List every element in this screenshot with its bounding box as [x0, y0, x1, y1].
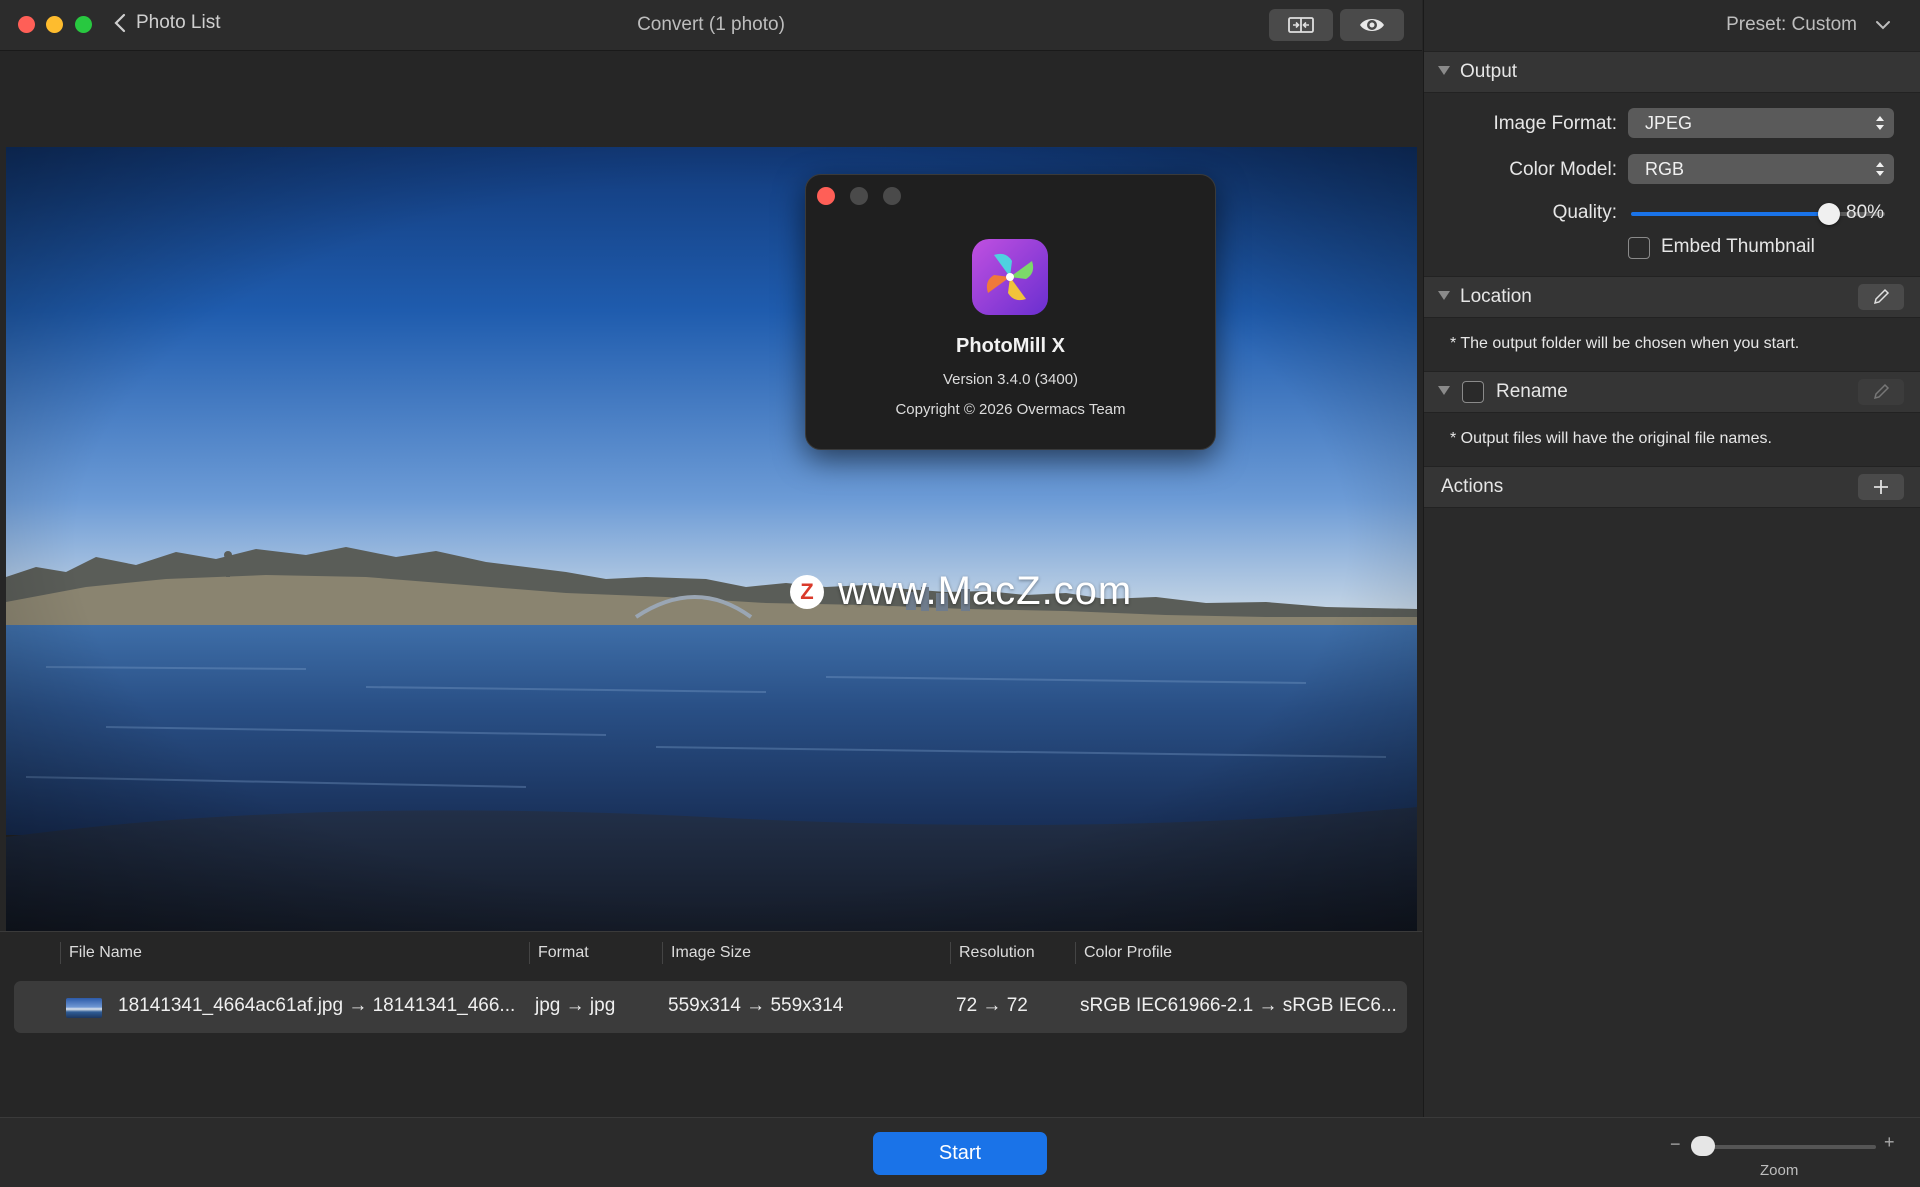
- preview-button[interactable]: [1340, 9, 1404, 41]
- about-app-name: PhotoMill X: [956, 335, 1065, 357]
- location-edit-button[interactable]: [1858, 284, 1904, 310]
- about-close-button[interactable]: [817, 187, 835, 205]
- color-model-select[interactable]: RGB: [1628, 154, 1894, 184]
- cell-resolution: 72 → 72: [956, 995, 1028, 1016]
- about-dialog: PhotoMill X Version 3.4.0 (3400) Copyrig…: [805, 174, 1216, 450]
- cell-color-profile: sRGB IEC61966-2.1 → sRGB IEC6...: [1080, 995, 1397, 1016]
- pencil-icon: [1873, 288, 1890, 305]
- column-color-profile[interactable]: Color Profile: [1075, 942, 1172, 964]
- updown-arrows-icon: [1876, 162, 1884, 176]
- quality-value: 80%: [1846, 202, 1885, 223]
- app-icon: [972, 239, 1048, 315]
- about-zoom-button: [883, 187, 901, 205]
- preset-label: Preset: Custom: [1726, 14, 1857, 35]
- column-resolution[interactable]: Resolution: [950, 942, 1035, 964]
- start-button[interactable]: Start: [873, 1132, 1047, 1175]
- table-row[interactable]: 18141341_4664ac61af.jpg → 18141341_466..…: [14, 981, 1407, 1033]
- image-format-select[interactable]: JPEG: [1628, 108, 1894, 138]
- quality-label: Quality:: [1552, 202, 1617, 223]
- actions-section-title: Actions: [1441, 476, 1504, 497]
- pencil-icon: [1873, 383, 1890, 400]
- about-version: Version 3.4.0 (3400): [942, 371, 1079, 388]
- cell-image-size: 559x314 → 559x314: [668, 995, 844, 1016]
- app-window: Photo List Convert (1 photo) PhotoMill X…: [0, 0, 1920, 1187]
- watermark: Z www.MacZ.com: [790, 569, 1132, 614]
- zoom-out-icon[interactable]: −: [1670, 1134, 1681, 1155]
- plus-icon: [1874, 480, 1888, 494]
- column-file-name[interactable]: File Name: [60, 942, 142, 964]
- color-model-value: RGB: [1645, 159, 1685, 179]
- file-table: File Name Format Image Size Resolution C…: [0, 931, 1422, 1118]
- rename-checkbox[interactable]: [1462, 381, 1484, 403]
- chevron-down-icon: [1876, 21, 1890, 30]
- about-copyright: Copyright © 2026 Overmacs Team: [895, 401, 1126, 418]
- updown-arrows-icon: [1876, 116, 1884, 130]
- watermark-text: www.MacZ.com: [838, 569, 1133, 613]
- zoom-slider-knob[interactable]: [1691, 1136, 1715, 1156]
- bottom-bar: Start − + Zoom: [0, 1117, 1920, 1187]
- quality-slider-fill: [1631, 212, 1831, 216]
- column-format[interactable]: Format: [529, 942, 589, 964]
- location-section-title: Location: [1460, 286, 1532, 307]
- zoom-label: Zoom: [1760, 1162, 1799, 1179]
- color-model-label: Color Model:: [1509, 159, 1617, 180]
- preview-area: PhotoMill X Version 3.4.0 (3400) Copyrig…: [0, 51, 1422, 937]
- zoom-in-icon[interactable]: +: [1884, 1132, 1895, 1153]
- title-bar: Photo List Convert (1 photo): [0, 0, 1422, 51]
- embed-thumbnail-label: Embed Thumbnail: [1661, 236, 1815, 257]
- compare-button[interactable]: [1269, 9, 1333, 41]
- rename-section-title: Rename: [1496, 381, 1568, 402]
- disclosure-triangle-icon: [1438, 291, 1450, 300]
- location-section-header[interactable]: Location: [1424, 276, 1920, 318]
- disclosure-triangle-icon: [1438, 66, 1450, 75]
- preset-selector[interactable]: Preset: Custom: [1726, 14, 1891, 36]
- zoom-slider-track[interactable]: [1692, 1145, 1876, 1149]
- cell-file-name: 18141341_4664ac61af.jpg → 18141341_466..…: [118, 995, 516, 1016]
- location-note: * The output folder will be chosen when …: [1450, 335, 1800, 352]
- settings-sidebar: Preset: Custom Output Image Format: JPEG…: [1423, 0, 1920, 1117]
- disclosure-triangle-icon: [1438, 386, 1450, 395]
- watermark-badge: Z: [790, 574, 824, 609]
- rename-note: * Output files will have the original fi…: [1450, 430, 1772, 447]
- output-section-title: Output: [1460, 61, 1518, 82]
- embed-thumbnail-checkbox[interactable]: [1628, 237, 1650, 259]
- cell-format: jpg → jpg: [535, 995, 616, 1016]
- add-action-button[interactable]: [1858, 474, 1904, 500]
- compare-icon: [1288, 17, 1314, 33]
- row-thumbnail: [66, 998, 102, 1018]
- eye-icon: [1360, 19, 1384, 31]
- actions-section-header: Actions: [1424, 466, 1920, 508]
- quality-slider-knob[interactable]: [1818, 203, 1840, 225]
- column-image-size[interactable]: Image Size: [662, 942, 751, 964]
- rename-edit-button: [1858, 379, 1904, 405]
- rename-section-header[interactable]: Rename: [1424, 371, 1920, 413]
- output-section-header[interactable]: Output: [1424, 51, 1920, 93]
- image-format-label: Image Format:: [1493, 113, 1617, 134]
- table-header: File Name Format Image Size Resolution C…: [0, 932, 1422, 972]
- image-format-value: JPEG: [1645, 113, 1693, 133]
- window-title: Convert (1 photo): [637, 14, 785, 35]
- about-minimize-button: [850, 187, 868, 205]
